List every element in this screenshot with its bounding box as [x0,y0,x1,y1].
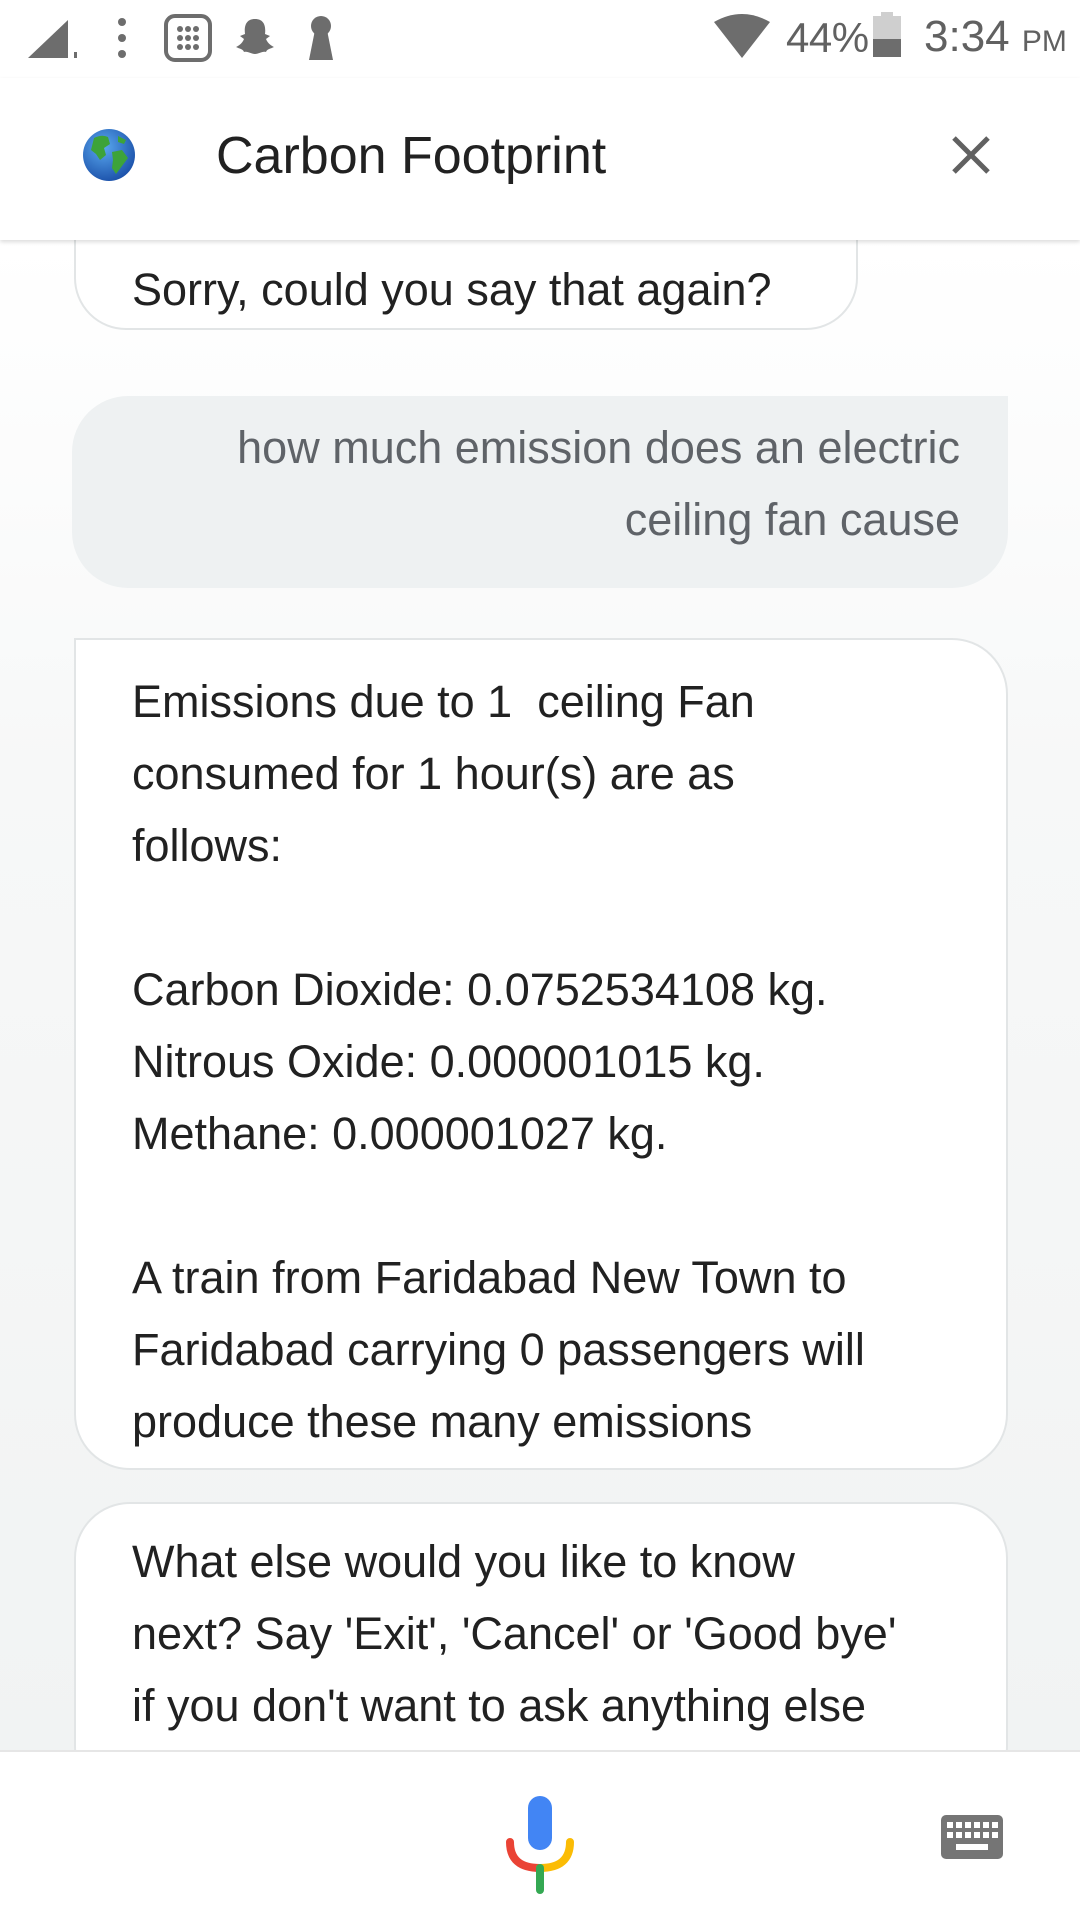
bot-message: What else would you like to know next? S… [74,1502,1008,1750]
keyboard-icon [941,1815,1003,1859]
app-title: Carbon Footprint [216,127,607,185]
conversation-area[interactable]: Sorry, could you say that again? how muc… [0,240,1080,1750]
more-vert-icon [116,16,128,65]
signal-icon [28,20,86,65]
globe-icon [82,128,136,182]
status-bar: 44% 3:34 PM [0,0,1080,78]
snapchat-icon [234,16,276,63]
wifi-icon [714,14,770,63]
battery-percent: 44% [786,14,869,61]
dialer-icon [164,14,212,67]
keyboard-button[interactable] [940,1814,1004,1860]
clock-ampm: PM [1021,25,1067,58]
mic-button[interactable] [502,1794,578,1894]
close-icon [952,136,990,174]
input-bar [0,1750,1080,1922]
user-message: how much emission does an electric ceili… [72,396,1008,588]
battery-icon [872,12,902,63]
mic-icon [506,1796,574,1894]
bot-message: Emissions due to 1 ceiling Fan consumed … [74,638,1008,1470]
bot-message: Sorry, could you say that again? [74,240,858,330]
app-header: Carbon Footprint [0,78,1080,240]
close-button[interactable] [940,124,1002,186]
clock: 3:34 PM [924,12,1067,62]
keyhole-icon [306,14,336,65]
clock-time: 3:34 [924,12,1010,61]
